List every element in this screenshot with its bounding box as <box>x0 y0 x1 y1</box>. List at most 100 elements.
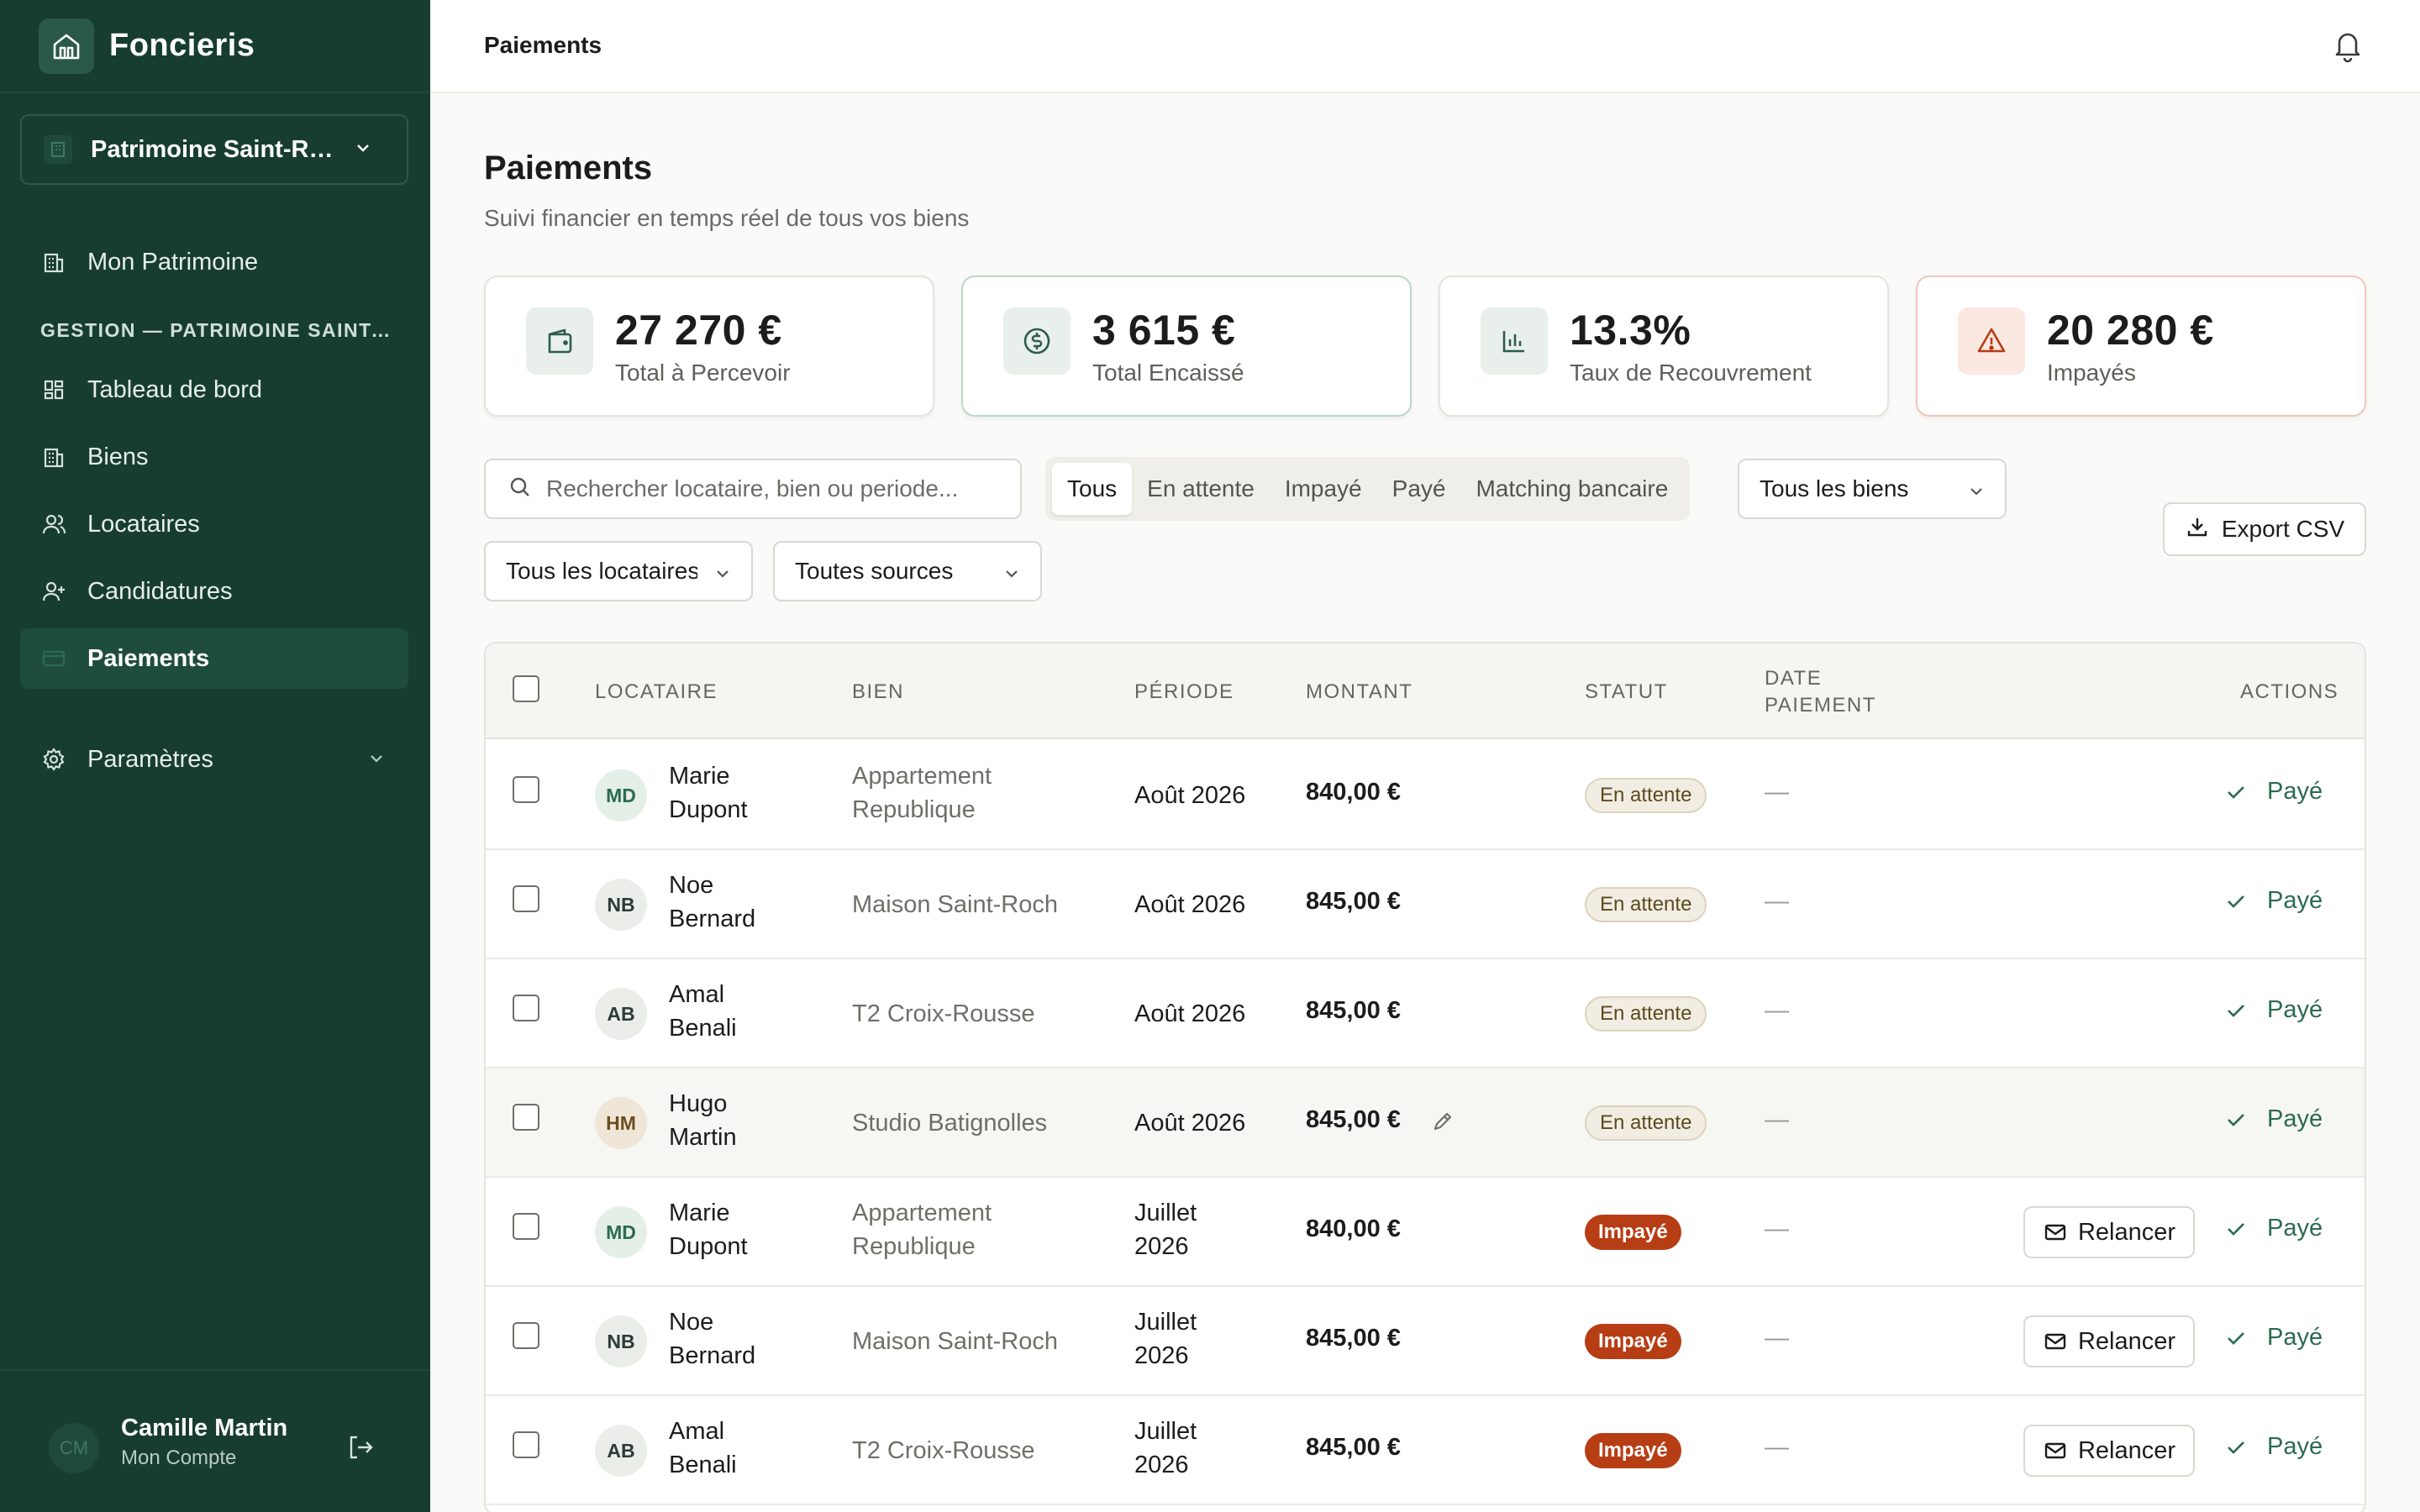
header-actions: ACTIONS <box>2240 680 2339 703</box>
header-montant[interactable]: MONTANT <box>1306 679 1413 706</box>
table-row[interactable]: MD Marie Dupont Appartement Republique Aoû… <box>486 741 2365 850</box>
mark-paid-button[interactable]: Payé <box>2223 778 2323 806</box>
amount: 845,00 € <box>1306 888 1401 915</box>
header-periode[interactable]: PÉRIODE <box>1134 679 1234 706</box>
header-statut[interactable]: STATUT <box>1585 679 1668 706</box>
search-icon <box>508 475 533 504</box>
row-checkbox[interactable] <box>513 1322 539 1349</box>
logout-icon[interactable] <box>345 1431 376 1467</box>
nav-label: Paramètres <box>87 745 213 773</box>
tenant-name[interactable]: Hugo Martin <box>669 1087 737 1154</box>
tenant-name[interactable]: Marie Dupont <box>669 759 748 827</box>
mark-paid-button[interactable]: Payé <box>2223 1324 2323 1352</box>
user-plus-icon <box>40 578 67 605</box>
nav-locataires[interactable]: Locataires <box>20 494 408 554</box>
mark-paid-button[interactable]: Payé <box>2223 1215 2323 1242</box>
header-bien[interactable]: BIEN <box>852 679 904 706</box>
check-icon <box>2228 1113 2244 1126</box>
bar-chart-icon <box>1481 307 1548 375</box>
select-value: Toutes sources <box>795 558 954 584</box>
avatar: NB <box>595 879 647 931</box>
header-locataire[interactable]: LOCATAIRE <box>595 679 718 706</box>
biens-select[interactable]: Tous les biens <box>1738 459 2007 519</box>
avatar: AB <box>595 988 647 1040</box>
table-row[interactable]: AB Amal Benali T2 Croix-Rousse Juillet 202… <box>486 1396 2365 1505</box>
row-checkbox[interactable] <box>513 776 539 803</box>
nav-biens[interactable]: Biens <box>20 427 408 487</box>
payment-date: — <box>1765 1106 1789 1133</box>
status-badge: Impayé <box>1585 1324 1681 1359</box>
stat-value: 3 615 € <box>1092 307 1236 354</box>
stat-label: Taux de Recouvrement <box>1570 360 1812 386</box>
check-icon <box>2228 895 2244 908</box>
nav-parametres[interactable]: Paramètres <box>20 729 408 790</box>
period: Juillet 2026 <box>1134 1200 1197 1260</box>
brand: Foncieris <box>0 0 430 93</box>
tenant-name[interactable]: Noe Bernard <box>669 869 755 936</box>
tab-tous[interactable]: Tous <box>1052 463 1133 515</box>
tab-matching-bancaire[interactable]: Matching bancaire <box>1460 463 1683 515</box>
pencil-icon[interactable] <box>1430 1109 1455 1138</box>
table-row[interactable]: HM Hugo Martin Studio Batignolles Août 20… <box>486 1068 2365 1178</box>
table-row[interactable]: NB Noe Bernard Maison Saint-Roch Juillet 2… <box>486 1287 2365 1396</box>
user-account-link[interactable]: Mon Compte <box>121 1446 236 1470</box>
nav-label: Biens <box>87 443 149 470</box>
search-input[interactable]: Rechercher locataire, bien ou periode... <box>484 459 1022 519</box>
period: Juillet 2026 <box>1134 1418 1197 1478</box>
property-name: T2 Croix-Rousse <box>852 1000 1035 1027</box>
payment-date: — <box>1765 779 1789 806</box>
relancer-button[interactable]: Relancer <box>2023 1206 2195 1258</box>
payments-table: LOCATAIRE BIEN PÉRIODE MONTANT STATUT DA… <box>484 642 2366 1512</box>
relancer-button[interactable]: Relancer <box>2023 1315 2195 1368</box>
mark-paid-button[interactable]: Payé <box>2223 996 2323 1024</box>
header-date-paiement[interactable]: PAIEMENT <box>1765 692 1876 719</box>
workspace-selector[interactable]: Patrimoine Saint-Roch <box>20 114 408 185</box>
row-checkbox[interactable] <box>513 995 539 1021</box>
avatar: CM <box>49 1423 99 1473</box>
row-checkbox[interactable] <box>513 1431 539 1458</box>
page-title: Paiements <box>484 150 653 186</box>
export-label: Export CSV <box>2221 516 2345 542</box>
tenant-name[interactable]: Amal Benali <box>669 1415 737 1482</box>
tenant-name[interactable]: Noe Bernard <box>669 1305 755 1373</box>
table-row[interactable]: AB Amal Benali T2 Croix-Rousse Août 2026 … <box>486 959 2365 1068</box>
property-name: T2 Croix-Rousse <box>852 1437 1035 1464</box>
mark-paid-button[interactable]: Payé <box>2223 1433 2323 1461</box>
tab-impaye[interactable]: Impayé <box>1270 463 1377 515</box>
stat-label: Impayés <box>2047 360 2136 386</box>
dashboard-icon <box>40 376 67 403</box>
tab-en-attente[interactable]: En attente <box>1132 463 1270 515</box>
stat-card-taux-de-recouvrement: 13.3% Taux de Recouvrement <box>1439 276 1889 417</box>
tenant-name[interactable]: Amal Benali <box>669 978 737 1045</box>
nav-paiements[interactable]: Paiements <box>20 628 408 689</box>
gear-icon <box>40 746 67 773</box>
row-checkbox[interactable] <box>513 885 539 912</box>
status-tabs: Tous En attente Impayé Payé Matching ban… <box>1045 457 1691 521</box>
table-row[interactable]: MD Marie Dupont Appartement Republique Jui… <box>486 1178 2365 1287</box>
header-date[interactable]: DATE <box>1765 665 1822 692</box>
nav-candidatures[interactable]: Candidatures <box>20 561 408 622</box>
building-icon <box>40 444 67 470</box>
mark-paid-button[interactable]: Payé <box>2223 887 2323 915</box>
amount: 840,00 € <box>1306 779 1401 806</box>
tab-paye[interactable]: Payé <box>1377 463 1461 515</box>
sources-select[interactable]: Toutes sources <box>773 541 1042 601</box>
check-icon <box>2228 1441 2244 1454</box>
mark-paid-button[interactable]: Payé <box>2223 1105 2323 1133</box>
locataires-select[interactable]: Tous les locataires <box>484 541 753 601</box>
nav-tableau-de-bord[interactable]: Tableau de bord <box>20 360 408 420</box>
relancer-button[interactable]: Relancer <box>2023 1425 2195 1477</box>
row-checkbox[interactable] <box>513 1213 539 1240</box>
tenant-name[interactable]: Marie Dupont <box>669 1196 748 1263</box>
row-checkbox[interactable] <box>513 1104 539 1131</box>
stat-card-total-encaisse: 3 615 € Total Encaissé <box>961 276 1412 417</box>
nav-mon-patrimoine[interactable]: Mon Patrimoine <box>20 232 408 292</box>
period: Août 2026 <box>1134 891 1246 918</box>
select-all-checkbox[interactable] <box>513 675 539 702</box>
period: Juillet 2026 <box>1134 1309 1197 1369</box>
property-name: Maison Saint-Roch <box>852 891 1058 918</box>
export-csv-button[interactable]: Export CSV <box>2163 502 2366 556</box>
table-row[interactable]: NB Noe Bernard Maison Saint-Roch Août 202… <box>486 850 2365 959</box>
download-icon <box>2185 514 2210 545</box>
bell-icon[interactable] <box>2329 27 2366 68</box>
